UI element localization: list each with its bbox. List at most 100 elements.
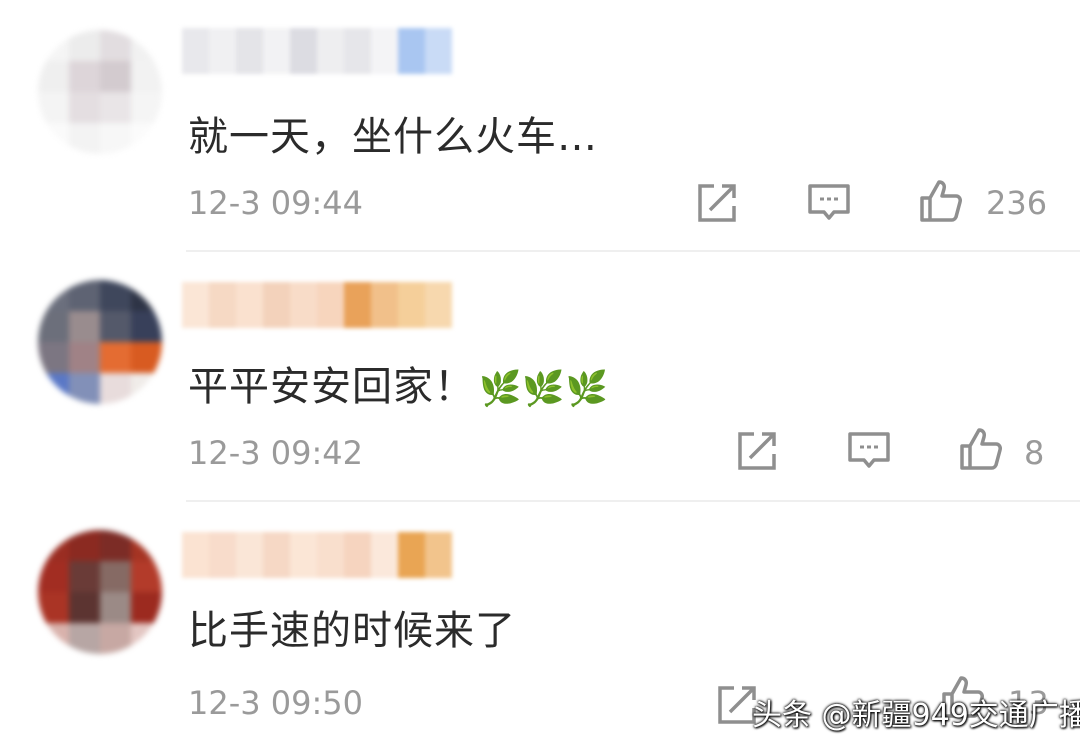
avatar-pixel (69, 311, 100, 342)
avatar-pixel (38, 61, 69, 92)
watermark: 头条 @新疆949交通广播 (752, 698, 1080, 733)
username-pixel (209, 28, 236, 74)
avatar-pixel (100, 373, 131, 404)
username-pixel (398, 532, 425, 578)
username-pixel (344, 282, 371, 328)
avatar-pixel (69, 561, 100, 592)
repost-icon[interactable] (694, 180, 740, 226)
avatar-pixel (131, 592, 162, 623)
avatar-pixel (38, 280, 69, 311)
avatar[interactable] (38, 30, 162, 154)
username-pixel (425, 282, 452, 328)
thumbs-up-icon[interactable] (958, 426, 1004, 472)
username-pixel (290, 532, 317, 578)
avatar-pixel (69, 530, 100, 561)
avatar-pixel (69, 592, 100, 623)
username-pixel (236, 282, 263, 328)
avatar-pixel (38, 30, 69, 61)
like-count: 236 (986, 184, 1048, 222)
username-pixel (236, 532, 263, 578)
avatar-pixel (69, 30, 100, 61)
avatar-pixel (100, 530, 131, 561)
avatar-pixel (100, 311, 131, 342)
avatar-pixel (69, 342, 100, 373)
avatar-pixel (100, 592, 131, 623)
avatar-pixel (100, 61, 131, 92)
avatar-pixel (38, 311, 69, 342)
comment-text: 就一天，坐什么火车… (188, 114, 598, 160)
avatar-pixel (100, 280, 131, 311)
comment-icon[interactable] (846, 428, 892, 474)
avatar-pixel (38, 561, 69, 592)
avatar-pixel (69, 373, 100, 404)
username[interactable] (182, 532, 452, 578)
comment-time: 12-3 09:50 (188, 684, 364, 722)
avatar-pixel (38, 342, 69, 373)
username-pixel (425, 532, 452, 578)
avatar-pixel (38, 592, 69, 623)
username[interactable] (182, 282, 452, 328)
avatar-pixel (38, 530, 69, 561)
avatar[interactable] (38, 530, 162, 654)
username-pixel (182, 282, 209, 328)
avatar-pixel (38, 373, 69, 404)
username-pixel (344, 532, 371, 578)
comment-item: 平平安安回家！ 🌿🌿🌿 12-3 09:42 8 (0, 252, 1080, 502)
username-pixel (236, 28, 263, 74)
username-pixel (209, 532, 236, 578)
avatar-pixel (131, 342, 162, 373)
avatar-pixel (131, 30, 162, 61)
avatar-pixel (100, 623, 131, 654)
avatar-pixel (131, 373, 162, 404)
comment-time: 12-3 09:44 (188, 184, 364, 222)
username-pixel (263, 28, 290, 74)
username[interactable] (182, 28, 452, 74)
avatar-pixel (131, 623, 162, 654)
avatar-pixel (38, 623, 69, 654)
avatar-pixel (131, 123, 162, 154)
comment-text: 平平安安回家！ 🌿🌿🌿 (188, 354, 609, 412)
username-pixel (371, 282, 398, 328)
username-pixel (290, 282, 317, 328)
thumbs-up-icon[interactable] (918, 178, 964, 224)
username-pixel (263, 282, 290, 328)
comment-icon[interactable] (806, 180, 852, 226)
avatar-pixel (100, 561, 131, 592)
avatar-pixel (38, 92, 69, 123)
username-pixel (371, 28, 398, 74)
avatar-pixel (131, 92, 162, 123)
avatar-pixel (69, 280, 100, 311)
username-pixel (371, 532, 398, 578)
username-pixel (263, 532, 290, 578)
avatar-pixel (69, 92, 100, 123)
herb-emoji: 🌿🌿🌿 (479, 369, 610, 409)
avatar-pixel (131, 561, 162, 592)
username-pixel (317, 532, 344, 578)
avatar-pixel (131, 530, 162, 561)
username-pixel (398, 28, 425, 74)
avatar[interactable] (38, 280, 162, 404)
avatar-pixel (100, 30, 131, 61)
repost-icon[interactable] (734, 428, 780, 474)
username-pixel (209, 282, 236, 328)
avatar-pixel (100, 342, 131, 373)
like-count: 8 (1024, 434, 1045, 472)
username-pixel (398, 282, 425, 328)
username-pixel (425, 28, 452, 74)
avatar-pixel (69, 123, 100, 154)
avatar-pixel (38, 123, 69, 154)
avatar-pixel (131, 280, 162, 311)
comment-item: 就一天，坐什么火车… 12-3 09:44 236 (0, 0, 1080, 252)
avatar-pixel (131, 61, 162, 92)
username-pixel (317, 28, 344, 74)
username-pixel (182, 532, 209, 578)
username-pixel (344, 28, 371, 74)
avatar-pixel (69, 623, 100, 654)
comment-time: 12-3 09:42 (188, 434, 364, 472)
avatar-pixel (100, 123, 131, 154)
avatar-pixel (131, 311, 162, 342)
username-pixel (290, 28, 317, 74)
comment-text-body: 平平安安回家！ (188, 364, 475, 410)
avatar-pixel (69, 61, 100, 92)
avatar-pixel (100, 92, 131, 123)
